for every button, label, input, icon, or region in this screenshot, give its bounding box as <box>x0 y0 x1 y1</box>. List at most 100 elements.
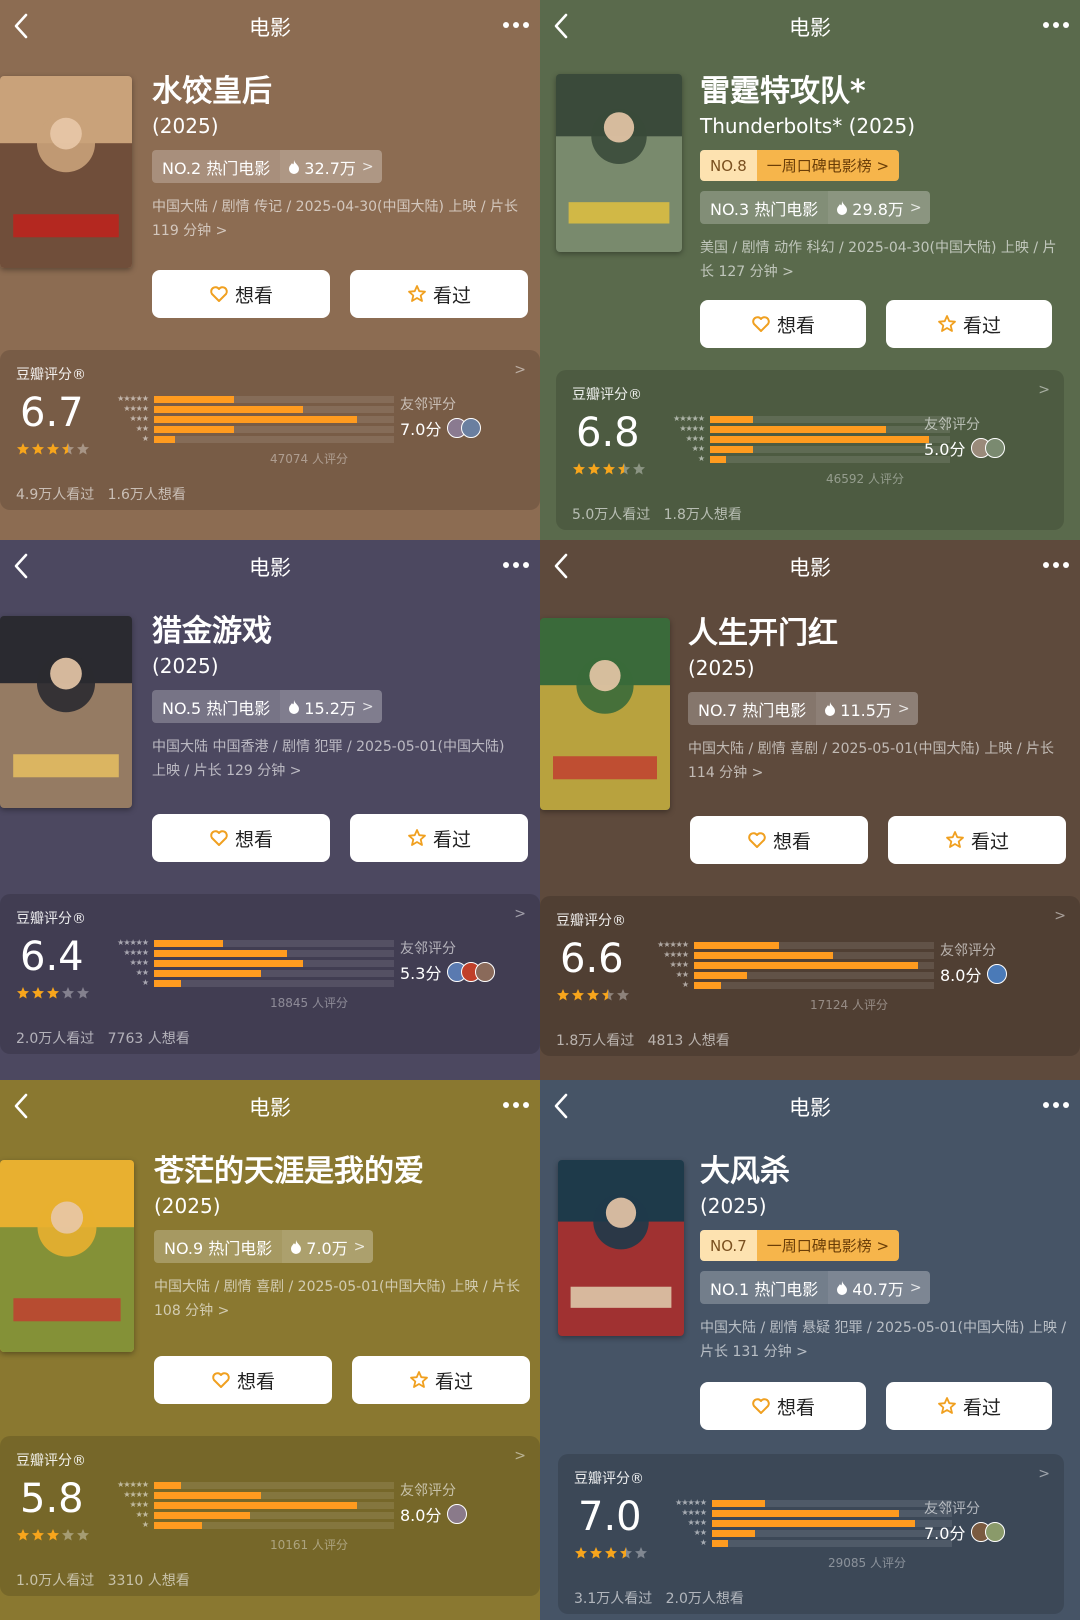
seen-button[interactable]: 看过 <box>350 814 528 862</box>
star-icon <box>938 1397 956 1414</box>
hot-rank-label: NO.5 热门电影 <box>152 690 281 723</box>
chevron-right-icon: > <box>514 1448 526 1464</box>
friends-rating[interactable]: 7.0分 <box>924 1520 1006 1544</box>
star-icon <box>77 443 89 455</box>
fire-icon <box>837 1280 848 1295</box>
star-level-label: ★★ <box>135 1510 149 1519</box>
friends-rating[interactable]: 8.0分 <box>400 1502 468 1526</box>
chevron-right-icon: > <box>751 765 764 781</box>
friends-rating[interactable]: 5.3分 <box>400 960 496 984</box>
rating-count: 17124 人评分 <box>810 998 888 1012</box>
seen-count: 1.0万人看过 <box>16 1573 95 1589</box>
chevron-right-icon: > <box>1054 908 1066 924</box>
friends-rating[interactable]: 7.0分 <box>400 416 482 440</box>
seen-button[interactable]: 看过 <box>886 1382 1052 1430</box>
movie-poster[interactable] <box>540 618 670 810</box>
friends-rating[interactable]: 8.0分 <box>940 962 1008 986</box>
rating-score: 7.0 <box>578 1494 642 1540</box>
movie-meta[interactable]: 中国大陆 / 剧情 悬疑 犯罪 / 2025-05-01(中国大陆) 上映 / … <box>700 1316 1080 1364</box>
rating-bar <box>154 1501 357 1509</box>
hot-rank-tag[interactable]: NO.7 热门电影 11.5万 > <box>688 692 918 725</box>
star-level-label: ★★★★ <box>123 948 149 957</box>
rating-bar-track <box>694 961 934 969</box>
seen-wish-counts: 2.0万人看过 7763 人想看 <box>16 1028 190 1048</box>
rating-bar-track <box>154 969 394 977</box>
movie-info: 猎金游戏 (2025) NO.5 热门电影 15.2万 > 中国大陆 中国香港 /… <box>152 614 540 783</box>
star-level-label: ★★★★ <box>663 950 689 959</box>
star-level-label: ★★ <box>693 1528 707 1537</box>
friends-rating[interactable]: 5.0分 <box>924 436 1006 460</box>
more-icon[interactable] <box>1038 550 1074 580</box>
movie-poster[interactable] <box>0 1160 134 1352</box>
seen-button[interactable]: 看过 <box>352 1356 530 1404</box>
rating-bar-track <box>710 445 950 453</box>
hot-rank-tag[interactable]: NO.5 热门电影 15.2万 > <box>152 690 382 723</box>
star-icon <box>572 989 584 1001</box>
star-level-label: ★ <box>697 454 705 463</box>
hot-rank-tag[interactable]: NO.9 热门电影 7.0万 > <box>154 1230 374 1263</box>
star-icon <box>590 1547 602 1559</box>
hot-count: 32.7万 > <box>280 150 382 183</box>
rating-box[interactable]: 豆瓣评分® > 6.4 ★★★★★ ★★★★ ★★★ ★★ ★ 18845 人评分 友邻… <box>0 894 540 1054</box>
rating-row: ★★★★★ <box>646 414 950 424</box>
rating-row: ★★★★ <box>90 1490 394 1500</box>
rating-box[interactable]: 豆瓣评分® > 6.6 ★★★★★ ★★★★ ★★★ ★★ ★ 17124 人评分 友邻… <box>540 896 1080 1056</box>
rating-box[interactable]: 豆瓣评分® > 7.0 ★★★★★ ★★★★ ★★★ ★★ ★ 29085 人评分 友邻… <box>558 1454 1064 1614</box>
star-level-label: ★★★★ <box>123 1490 149 1499</box>
wish-button[interactable]: 想看 <box>152 270 330 318</box>
hot-rank-tag[interactable]: NO.3 热门电影 29.8万 > <box>700 191 930 224</box>
weekly-rank-badge[interactable]: NO.7 一周口碑电影榜 > <box>700 1230 900 1261</box>
hot-rank-tag[interactable]: NO.2 热门电影 32.7万 > <box>152 150 382 183</box>
rating-bar-track <box>154 979 394 987</box>
movie-meta[interactable]: 中国大陆 中国香港 / 剧情 犯罪 / 2025-05-01(中国大陆) 上映 … <box>152 735 540 783</box>
star-level-label: ★★★★★ <box>117 938 149 947</box>
movie-meta[interactable]: 美国 / 剧情 动作 科幻 / 2025-04-30(中国大陆) 上映 / 片 … <box>700 236 1080 284</box>
more-icon[interactable] <box>1038 10 1074 40</box>
rating-box[interactable]: 豆瓣评分® > 6.8 ★★★★★ ★★★★ ★★★ ★★ ★ 46592 人评分 友邻… <box>556 370 1064 530</box>
hot-count: 40.7万 > <box>828 1271 930 1304</box>
movie-poster[interactable] <box>0 616 132 808</box>
rating-stars <box>16 442 90 456</box>
star-level-label: ★★★★★ <box>673 414 705 423</box>
meta-line-2: 108 分钟 > <box>154 1303 230 1319</box>
seen-button[interactable]: 看过 <box>886 300 1052 348</box>
wish-button[interactable]: 想看 <box>154 1356 332 1404</box>
star-level-label: ★★★★ <box>681 1508 707 1517</box>
star-level-label: ★★★★★ <box>657 940 689 949</box>
rating-row: ★ <box>90 434 394 444</box>
movie-meta[interactable]: 中国大陆 / 剧情 传记 / 2025-04-30(中国大陆) 上映 / 片长 … <box>152 195 540 243</box>
more-icon[interactable] <box>498 10 534 40</box>
rating-bar-track <box>154 435 394 443</box>
rating-box[interactable]: 豆瓣评分® > 5.8 ★★★★★ ★★★★ ★★★ ★★ ★ 10161 人评分 友邻… <box>0 1436 540 1596</box>
star-level-label: ★ <box>141 434 149 443</box>
star-icon <box>410 1371 428 1388</box>
rating-row: ★ <box>648 1538 952 1548</box>
rating-box[interactable]: 豆瓣评分® > 6.7 ★★★★★ ★★★★ ★★★ ★★ ★ 47074 人评分 友邻… <box>0 350 540 510</box>
star-level-label: ★★ <box>675 970 689 979</box>
hot-count: 15.2万 > <box>280 690 382 723</box>
movie-meta[interactable]: 中国大陆 / 剧情 喜剧 / 2025-05-01(中国大陆) 上映 / 片长 … <box>154 1275 540 1323</box>
more-icon[interactable] <box>498 1090 534 1120</box>
more-icon[interactable] <box>1038 1090 1074 1120</box>
star-icon <box>17 443 29 455</box>
hot-rank-tag[interactable]: NO.1 热门电影 40.7万 > <box>700 1271 930 1304</box>
movie-poster[interactable] <box>558 1160 684 1336</box>
movie-poster[interactable] <box>0 76 132 268</box>
more-icon[interactable] <box>498 550 534 580</box>
wish-button[interactable]: 想看 <box>152 814 330 862</box>
wish-button[interactable]: 想看 <box>700 300 866 348</box>
movie-meta[interactable]: 中国大陆 / 剧情 喜剧 / 2025-05-01(中国大陆) 上映 / 片长 … <box>688 737 1080 785</box>
movie-panel-6: 电影 大风杀 (2025) NO.7 一周口碑电影榜 > NO.1 热门电影 40… <box>540 1080 1080 1620</box>
hot-rank-label: NO.3 热门电影 <box>700 191 829 224</box>
wish-button[interactable]: 想看 <box>700 1382 866 1430</box>
movie-panel-4: 电影 人生开门红 (2025) NO.7 热门电影 11.5万 > 中国大陆 / … <box>540 540 1080 1080</box>
rating-row: ★★★ <box>648 1518 952 1528</box>
wish-button[interactable]: 想看 <box>690 816 868 864</box>
movie-poster[interactable] <box>556 74 682 252</box>
seen-button[interactable]: 看过 <box>888 816 1066 864</box>
movie-subtitle: (2025) <box>700 1194 767 1218</box>
rating-stars <box>16 986 90 1000</box>
seen-button[interactable]: 看过 <box>350 270 528 318</box>
rating-bar <box>710 445 753 453</box>
weekly-rank-badge[interactable]: NO.8 一周口碑电影榜 > <box>700 150 900 181</box>
